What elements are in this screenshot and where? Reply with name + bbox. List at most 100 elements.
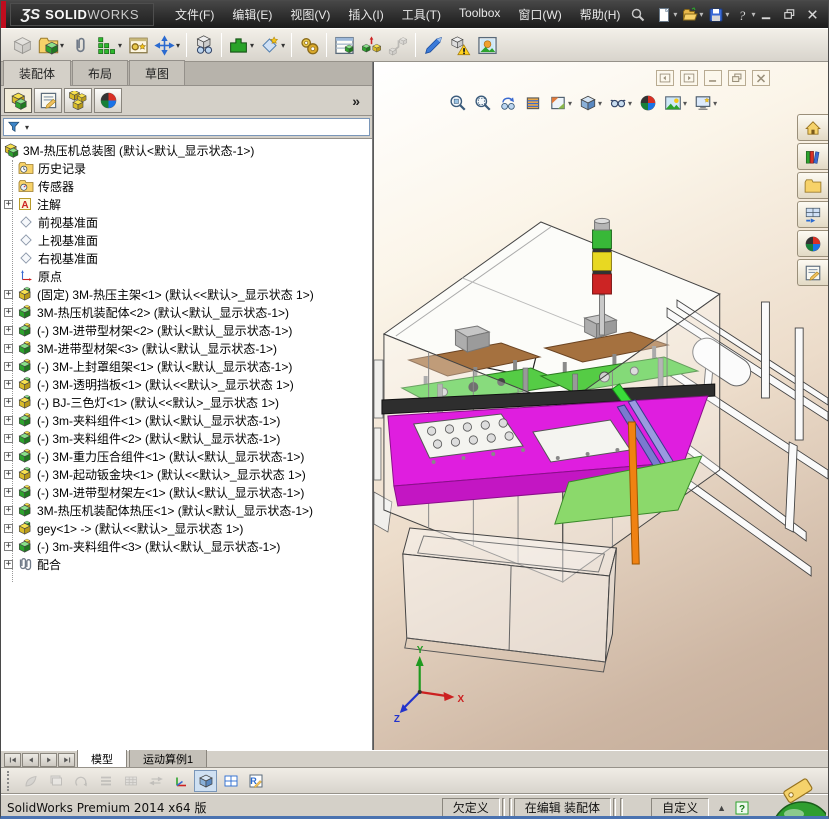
- feature-tree-tab[interactable]: [4, 88, 32, 113]
- doc-restore-button[interactable]: [728, 70, 746, 86]
- custom-label[interactable]: 自定义: [651, 798, 710, 816]
- previous-view-icon[interactable]: [498, 93, 518, 113]
- expander-icon[interactable]: +: [4, 523, 13, 533]
- doc-tab-模型[interactable]: 模型: [77, 749, 127, 767]
- menu-item-1[interactable]: 编辑(E): [223, 1, 281, 28]
- exploded-view-icon[interactable]: [358, 32, 384, 59]
- tree-item[interactable]: 上视基准面: [3, 231, 372, 249]
- tree-item[interactable]: 传感器: [3, 177, 372, 195]
- expander-icon[interactable]: +: [4, 469, 13, 479]
- tree-item[interactable]: +3M-热压机装配体<2> (默认<默认_显示状态-1>): [3, 303, 372, 321]
- assembly-features-icon[interactable]: ▾: [226, 32, 256, 59]
- tree-item[interactable]: + (-) 3M-进带型材架<2> (默认<默认_显示状态-1>): [3, 321, 372, 339]
- reference-geometry-icon[interactable]: ▾: [257, 32, 287, 59]
- expander-icon[interactable]: +: [4, 415, 13, 425]
- tree-item[interactable]: 右视基准面: [3, 249, 372, 267]
- tree-item[interactable]: + gey<1> -> (默认<<默认>_显示状态 1>): [3, 519, 372, 537]
- tree-item[interactable]: +3M-热压机装配体热压<1> (默认<默认_显示状态-1>): [3, 501, 372, 519]
- insert-components-icon[interactable]: ▾: [36, 32, 66, 59]
- tree-item[interactable]: + (-) 3M-重力压合组件<1> (默认<默认_显示状态-1>): [3, 447, 372, 465]
- quick-tips-icon[interactable]: ?: [734, 800, 750, 816]
- expander-icon[interactable]: +: [4, 397, 13, 407]
- configuration-manager-tab[interactable]: [64, 88, 92, 113]
- expander-icon[interactable]: +: [4, 199, 13, 209]
- doc-minimize-button[interactable]: [704, 70, 722, 86]
- custom-dropdown-arrow[interactable]: ▲: [717, 803, 726, 813]
- appearance-window-icon[interactable]: [474, 32, 500, 59]
- close-button[interactable]: [805, 7, 820, 22]
- expander-icon[interactable]: +: [4, 325, 13, 335]
- tree-item[interactable]: +3M-进带型材架<3> (默认<默认_显示状态-1>): [3, 339, 372, 357]
- tree-item[interactable]: + A 注解: [3, 195, 372, 213]
- toolbar-drag-handle[interactable]: [7, 770, 12, 791]
- tree-item[interactable]: + (-) 3m-夹料组件<2> (默认<默认_显示状态-1>): [3, 429, 372, 447]
- nav-next-icon[interactable]: [40, 753, 57, 767]
- smart-fasteners-icon[interactable]: [125, 32, 151, 59]
- expander-icon[interactable]: +: [4, 307, 13, 317]
- tree-item[interactable]: 3M-热压机总装图 (默认<默认_显示状态-1>): [3, 141, 372, 159]
- nav-last-icon[interactable]: [58, 753, 75, 767]
- menu-item-7[interactable]: 帮助(H): [571, 1, 630, 28]
- tab-装配体[interactable]: 装配体: [3, 60, 72, 86]
- mate-icon[interactable]: [67, 32, 93, 59]
- maximize-button[interactable]: [782, 7, 797, 22]
- doc-close-button[interactable]: [752, 70, 770, 86]
- open-document-icon[interactable]: ▾: [681, 6, 704, 24]
- menu-item-6[interactable]: 窗口(W): [509, 1, 570, 28]
- menu-item-0[interactable]: 文件(F): [166, 1, 223, 28]
- apply-scene-icon[interactable]: ▾: [663, 93, 688, 113]
- display-style-icon[interactable]: ▾: [578, 93, 603, 113]
- menu-item-5[interactable]: Toolbox: [450, 1, 509, 28]
- 3d-model[interactable]: Y X Z: [374, 62, 828, 750]
- nav-prev-icon[interactable]: [22, 753, 39, 767]
- save-document-icon[interactable]: ▾: [707, 6, 730, 24]
- tree-item[interactable]: + (-) 3M-起动钣金块<1> (默认<<默认>_显示状态 1>): [3, 465, 372, 483]
- sw-resources-icon[interactable]: [797, 114, 828, 141]
- help-icon[interactable]: ? ▾: [733, 6, 756, 24]
- motion-study-icon[interactable]: [296, 32, 322, 59]
- tree-item[interactable]: + (-) 3m-夹料组件<3> (默认<默认_显示状态-1>): [3, 537, 372, 555]
- file-explorer-icon[interactable]: [797, 172, 828, 199]
- tab-布局[interactable]: 布局: [72, 60, 129, 85]
- minimize-button[interactable]: [759, 7, 774, 22]
- tree-item[interactable]: + (固定) 3M-热压主架<1> (默认<<默认>_显示状态 1>): [3, 285, 372, 303]
- expander-icon[interactable]: +: [4, 451, 13, 461]
- tree-item[interactable]: + (-) BJ-三色灯<1> (默认<<默认>_显示状态 1>): [3, 393, 372, 411]
- pane-right-button[interactable]: [680, 70, 698, 86]
- nav-first-icon[interactable]: [4, 753, 21, 767]
- tree-item[interactable]: + (-) 3m-夹料组件<1> (默认<默认_显示状态-1>): [3, 411, 372, 429]
- expander-icon[interactable]: +: [4, 361, 13, 371]
- design-library-icon[interactable]: [797, 143, 828, 170]
- mm-table-icon[interactable]: [219, 770, 242, 792]
- menu-item-4[interactable]: 工具(T): [393, 1, 450, 28]
- mm-axes-icon[interactable]: [169, 770, 192, 792]
- menu-item-3[interactable]: 插入(I): [339, 1, 392, 28]
- expander-icon[interactable]: +: [4, 559, 13, 569]
- linear-pattern-icon[interactable]: ▾: [94, 32, 124, 59]
- doc-tab-运动算例1[interactable]: 运动算例1: [129, 749, 208, 767]
- filter-dropdown-arrow[interactable]: ▾: [25, 123, 29, 132]
- tree-item[interactable]: 原点: [3, 267, 372, 285]
- bom-icon[interactable]: [331, 32, 357, 59]
- mm-export-icon[interactable]: R: [244, 770, 267, 792]
- tree-item[interactable]: + 配合: [3, 555, 372, 573]
- new-document-icon[interactable]: ▾: [655, 6, 678, 24]
- view-orientation-icon[interactable]: ▾: [548, 93, 573, 113]
- tree-item[interactable]: + (-) 3M-进带型材架左<1> (默认<默认_显示状态-1>): [3, 483, 372, 501]
- panel-overflow-chevron[interactable]: »: [352, 93, 360, 109]
- show-hidden-icon[interactable]: [191, 32, 217, 59]
- search-icon[interactable]: [629, 6, 647, 24]
- expander-icon[interactable]: +: [4, 379, 13, 389]
- expander-icon[interactable]: +: [4, 487, 13, 497]
- section-view-icon[interactable]: [523, 93, 543, 113]
- custom-properties-icon[interactable]: [797, 259, 828, 286]
- tree-item[interactable]: + (-) 3M-上封罩组架<1> (默认<默认_显示状态-1>): [3, 357, 372, 375]
- view-settings-icon[interactable]: ▾: [693, 93, 718, 113]
- zoom-area-icon[interactable]: [473, 93, 493, 113]
- menu-item-2[interactable]: 视图(V): [281, 1, 339, 28]
- instant3d-icon[interactable]: [420, 32, 446, 59]
- expander-icon[interactable]: +: [4, 433, 13, 443]
- large-assembly-icon[interactable]: [447, 32, 473, 59]
- expander-icon[interactable]: +: [4, 541, 13, 551]
- expander-icon[interactable]: +: [4, 505, 13, 515]
